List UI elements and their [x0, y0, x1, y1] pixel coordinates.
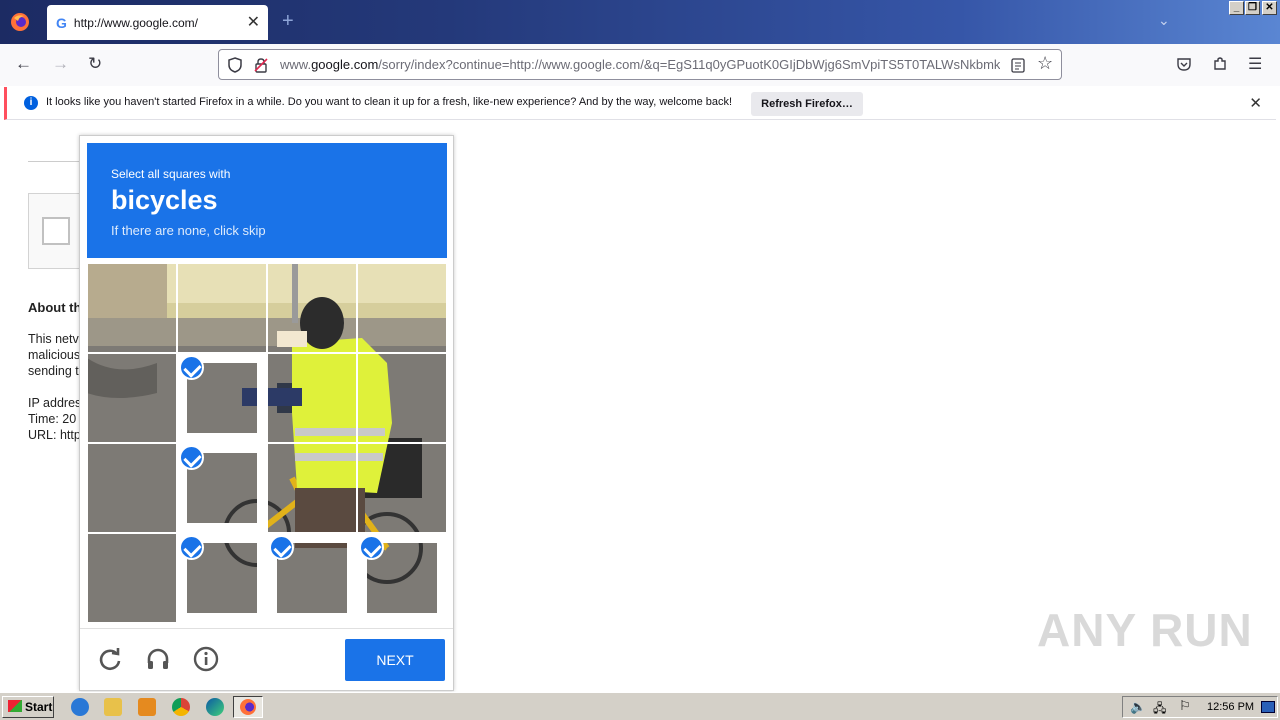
- window-titlebar: G http://www.google.com/ ✕ + ⌄ _ ❐ ✕: [0, 0, 1280, 44]
- windows-logo-icon: [8, 700, 22, 712]
- pocket-icon[interactable]: [1176, 56, 1192, 72]
- insecure-lock-icon[interactable]: [253, 57, 269, 73]
- minimize-button[interactable]: _: [1229, 1, 1244, 15]
- list-tabs-icon[interactable]: ⌄: [1158, 12, 1170, 29]
- about-heading: About th: [28, 300, 82, 315]
- notification-bar: i It looks like you haven't started Fire…: [4, 87, 1276, 120]
- image-tile-14[interactable]: [177, 533, 267, 622]
- show-desktop-icon[interactable]: [1261, 701, 1275, 713]
- flag-icon[interactable]: ⚐: [1179, 698, 1191, 714]
- recaptcha-challenge-popup: Select all squares with bicycles If ther…: [79, 135, 454, 691]
- checkmark-icon: [179, 445, 204, 470]
- challenge-header: Select all squares with bicycles If ther…: [87, 143, 447, 258]
- time-line: Time: 20: [28, 412, 77, 426]
- challenge-target: bicycles: [111, 185, 218, 215]
- close-notification-icon[interactable]: ✕: [1249, 94, 1262, 112]
- image-tile-5[interactable]: [87, 353, 177, 443]
- bookmark-star-icon[interactable]: ☆: [1037, 53, 1053, 74]
- file-explorer-icon[interactable]: [104, 698, 122, 716]
- edge-icon[interactable]: [206, 698, 224, 716]
- hamburger-menu-icon[interactable]: ☰: [1248, 54, 1262, 74]
- image-grid: [87, 263, 447, 622]
- reload-page-icon[interactable]: ↻: [88, 54, 102, 74]
- media-player-icon[interactable]: [138, 698, 156, 716]
- body-line: malicious: [28, 348, 81, 362]
- internet-explorer-icon[interactable]: [71, 698, 89, 716]
- clock: 12:56 PM: [1207, 701, 1255, 713]
- checkmark-icon: [269, 535, 294, 560]
- image-tile-1[interactable]: [87, 263, 177, 353]
- image-tile-9[interactable]: [87, 443, 177, 533]
- headphones-icon[interactable]: [145, 646, 171, 672]
- checkmark-icon: [179, 355, 204, 380]
- new-tab-icon[interactable]: +: [282, 10, 294, 33]
- image-tile-11[interactable]: [267, 443, 357, 533]
- image-tile-4[interactable]: [357, 263, 447, 353]
- chrome-icon[interactable]: [172, 698, 190, 716]
- navigation-bar: ← → ↻ www.google.com/sorry/index?continu…: [0, 44, 1280, 86]
- info-icon[interactable]: [193, 646, 219, 672]
- close-tab-icon[interactable]: ✕: [247, 12, 260, 32]
- body-line: sending t: [28, 364, 79, 378]
- image-tile-13[interactable]: [87, 533, 177, 622]
- image-tile-7[interactable]: [267, 353, 357, 443]
- forward-arrow-icon[interactable]: →: [52, 54, 69, 74]
- anyrun-watermark: ANY RUN: [1037, 604, 1253, 656]
- network-icon[interactable]: 🖧: [1153, 699, 1166, 720]
- close-window-button[interactable]: ✕: [1262, 1, 1277, 15]
- image-tile-6[interactable]: [177, 353, 267, 443]
- url-line: URL: http: [28, 428, 81, 442]
- challenge-instruction: Select all squares with: [111, 167, 231, 181]
- challenge-footer: NEXT: [80, 628, 453, 690]
- volume-icon[interactable]: 🔈: [1130, 699, 1146, 715]
- checkmark-icon: [359, 535, 384, 560]
- challenge-hint: If there are none, click skip: [111, 223, 266, 238]
- firefox-menu-icon[interactable]: [0, 0, 40, 44]
- url-text[interactable]: www.google.com/sorry/index?continue=http…: [280, 57, 1000, 72]
- restore-button[interactable]: ❐: [1245, 1, 1260, 15]
- reader-view-icon[interactable]: [1011, 58, 1025, 73]
- firefox-taskbar-button[interactable]: [233, 696, 263, 718]
- start-button[interactable]: Start: [2, 696, 54, 718]
- url-bar[interactable]: www.google.com/sorry/index?continue=http…: [218, 49, 1062, 80]
- body-line: This netv: [28, 332, 79, 346]
- browser-tab[interactable]: G http://www.google.com/ ✕: [47, 5, 268, 40]
- info-icon: i: [24, 96, 38, 110]
- next-button[interactable]: NEXT: [345, 639, 445, 681]
- taskbar: Start 🔈 🖧 ⚐ 12:56 PM: [0, 692, 1280, 720]
- image-tile-3[interactable]: [267, 263, 357, 353]
- image-tile-16[interactable]: [357, 533, 447, 622]
- ip-address-line: IP addres: [28, 396, 82, 410]
- refresh-firefox-button[interactable]: Refresh Firefox…: [751, 92, 863, 116]
- reload-icon[interactable]: [97, 646, 123, 672]
- firefox-icon: [240, 699, 256, 715]
- image-tile-10[interactable]: [177, 443, 267, 533]
- checkmark-icon: [179, 535, 204, 560]
- extensions-icon[interactable]: [1212, 56, 1228, 72]
- google-favicon-icon: G: [56, 14, 67, 31]
- image-tile-12[interactable]: [357, 443, 447, 533]
- tab-title: http://www.google.com/: [73, 15, 198, 30]
- image-tile-2[interactable]: [177, 263, 267, 353]
- back-arrow-icon[interactable]: ←: [15, 54, 32, 74]
- shield-icon[interactable]: [227, 57, 243, 73]
- notification-message: It looks like you haven't started Firefo…: [46, 96, 733, 108]
- recaptcha-checkbox[interactable]: [42, 217, 70, 245]
- image-tile-8[interactable]: [357, 353, 447, 443]
- system-tray: 🔈 🖧 ⚐ 12:56 PM: [1122, 696, 1278, 718]
- image-tile-15[interactable]: [267, 533, 357, 622]
